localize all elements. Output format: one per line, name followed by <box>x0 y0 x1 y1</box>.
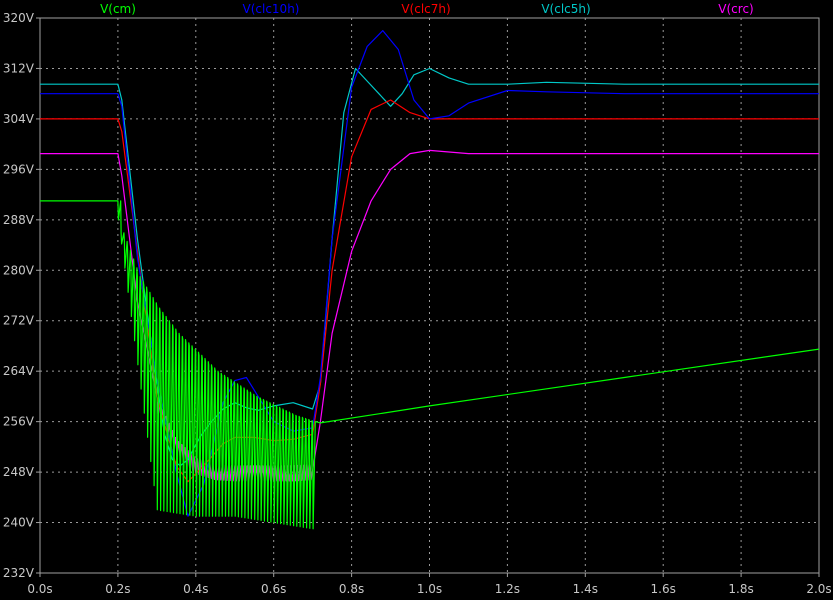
trace-vcm <box>40 200 820 530</box>
legend-entry[interactable]: V(clc5h) <box>541 2 590 16</box>
x-tick-label: 0.6s <box>261 582 286 596</box>
x-tick-label: 1.2s <box>495 582 520 596</box>
x-tick-label: 1.0s <box>417 582 442 596</box>
x-tick-label: 0.8s <box>339 582 364 596</box>
legend-entry[interactable]: V(crc) <box>718 2 753 16</box>
x-tick-label: 1.8s <box>728 582 753 596</box>
traces-layer <box>40 30 820 530</box>
x-tick-label: 1.6s <box>651 582 676 596</box>
waveform-plot: 0.0s 0.2s 0.4s 0.6s 0.8s 1.0s 1.2s 1.4s 1.6s 1.8s… <box>3 2 832 596</box>
legend-entry[interactable]: V(clc10h) <box>243 2 300 16</box>
x-axis-tick-labels: 0.0s 0.2s 0.4s 0.6s 0.8s 1.0s 1.2s 1.4s 1.6s 1.8s… <box>27 573 832 596</box>
y-tick-label: 288V <box>3 213 35 227</box>
x-tick-label: 0.0s <box>27 582 52 596</box>
y-tick-label: 312V <box>3 61 35 75</box>
y-axis-tick-labels: 320V 312V 304V 296V 288V 280V 272V 264V 256V 248V… <box>3 11 40 580</box>
y-tick-label: 264V <box>3 364 35 378</box>
y-tick-label: 320V <box>3 11 35 25</box>
legend-entry[interactable]: V(clc7h) <box>401 2 450 16</box>
x-tick-label: 1.4s <box>573 582 598 596</box>
y-tick-label: 272V <box>3 314 35 328</box>
y-tick-label: 304V <box>3 112 35 126</box>
x-tick-label: 0.4s <box>183 582 208 596</box>
trace-legend: V(cm) V(clc10h) V(clc7h) V(clc5h) V(crc) <box>100 2 754 16</box>
y-tick-label: 296V <box>3 162 35 176</box>
x-tick-label: 0.2s <box>105 582 130 596</box>
y-tick-label: 256V <box>3 415 35 429</box>
y-tick-label: 232V <box>3 566 35 580</box>
x-tick-label: 2.0s <box>806 582 831 596</box>
y-tick-label: 248V <box>3 465 35 479</box>
y-tick-label: 240V <box>3 516 35 530</box>
y-tick-label: 280V <box>3 263 35 277</box>
legend-entry[interactable]: V(cm) <box>100 2 136 16</box>
